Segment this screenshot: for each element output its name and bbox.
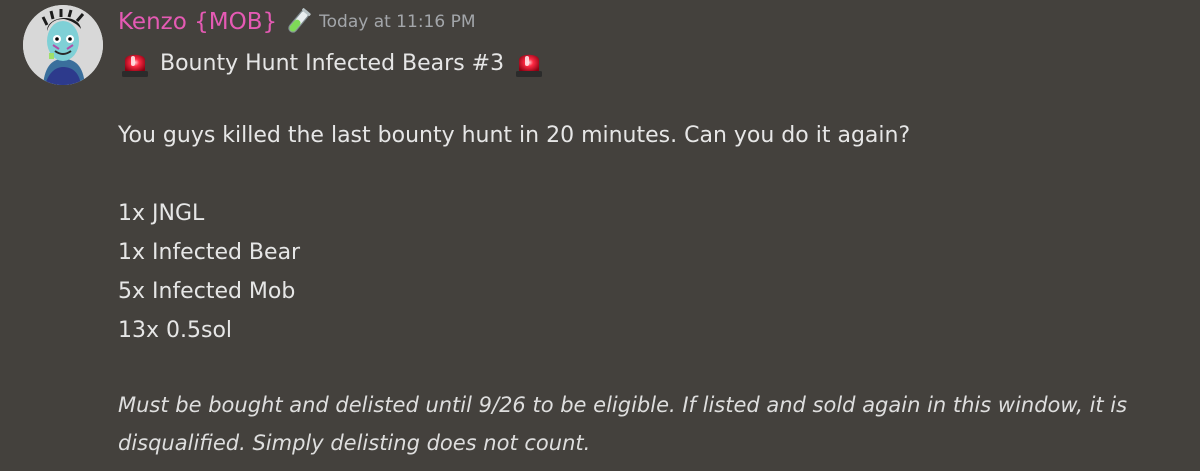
avatar-image bbox=[23, 5, 103, 85]
message-header: Kenzo {MOB} Today at 11:16 PM bbox=[118, 4, 476, 40]
test-tube-icon bbox=[283, 7, 313, 37]
list-item: 13x 0.5sol bbox=[118, 318, 233, 343]
list-item: 1x Infected Bear bbox=[118, 240, 301, 265]
police-siren-icon bbox=[118, 46, 152, 80]
message-intro: You guys killed the last bounty hunt in … bbox=[118, 123, 911, 148]
list-item: 5x Infected Mob bbox=[118, 279, 296, 304]
message-note: Must be bought and delisted until 9/26 t… bbox=[118, 393, 1128, 455]
chat-message: Kenzo {MOB} Today at 11:16 PM Bounty Hun… bbox=[0, 0, 1200, 471]
author-name[interactable]: Kenzo {MOB} bbox=[118, 9, 277, 35]
message-title-line: Bounty Hunt Infected Bears #3 bbox=[118, 45, 546, 81]
timestamp[interactable]: Today at 11:16 PM bbox=[319, 12, 475, 32]
message-title: Bounty Hunt Infected Bears #3 bbox=[160, 50, 505, 76]
avatar[interactable] bbox=[23, 5, 103, 85]
police-siren-icon bbox=[512, 46, 546, 80]
list-item: 1x JNGL bbox=[118, 201, 205, 226]
